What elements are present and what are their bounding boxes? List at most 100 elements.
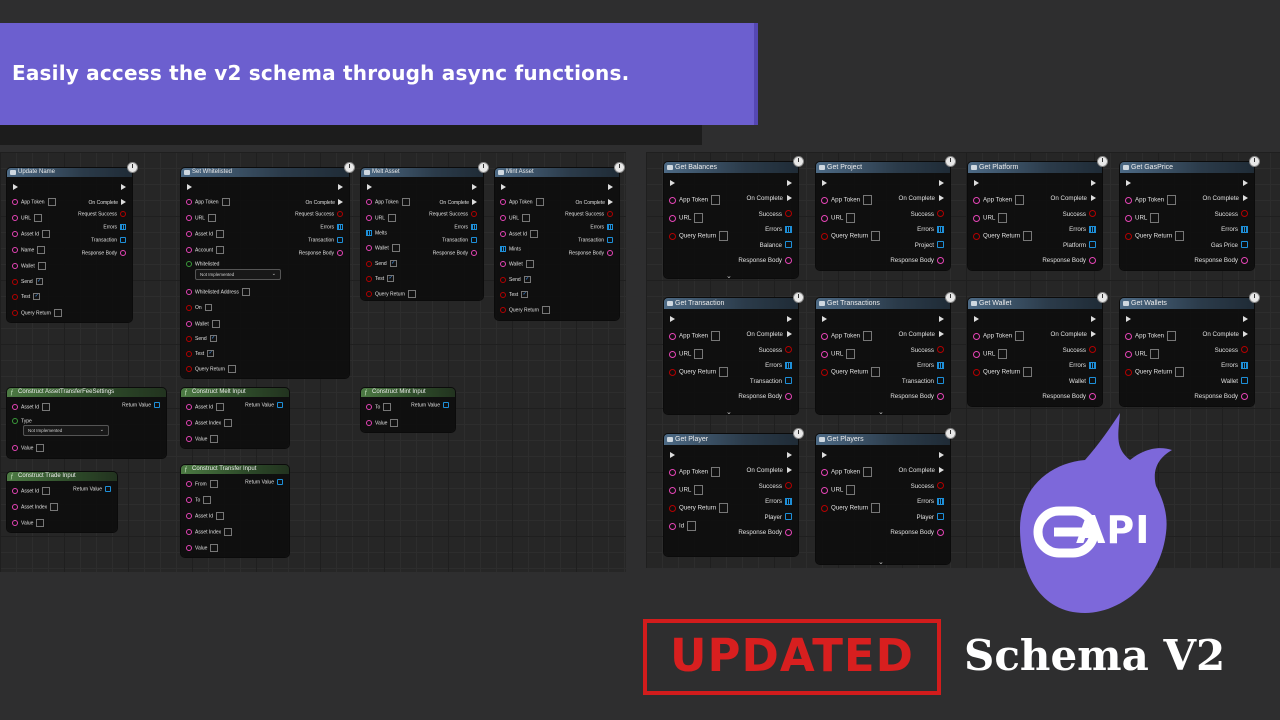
pin-asset-index[interactable]: Asset Index [12,503,59,511]
node-get-transaction[interactable]: Get Transaction App Token URL Query Return O… [664,292,804,416]
out-transaction[interactable]: Transaction [442,237,477,244]
out-return-value[interactable]: Return Value [122,402,160,409]
out-errors[interactable]: Errors [765,361,792,370]
pin-send[interactable]: Send ✓ [366,260,397,268]
exec-in-pin[interactable] [1126,180,1131,186]
exec-out-pin[interactable] [1243,180,1248,186]
pin-query-return[interactable]: Query Return [366,290,417,298]
pin-query-return[interactable]: Query Return [500,306,551,314]
out-success[interactable]: Success [911,346,944,355]
out-errors[interactable]: Errors [1069,225,1096,234]
exec-in-pin[interactable] [822,452,827,458]
pin-name[interactable]: Name [12,246,46,254]
pin-test[interactable]: Test ✓ [12,293,41,301]
out-platform[interactable]: Platform [1063,241,1096,250]
out-success[interactable]: Success [1215,210,1248,219]
pin-send[interactable]: Send ✓ [186,335,217,343]
out-errors[interactable]: Errors [917,225,944,234]
out-transaction[interactable]: Transaction [578,237,613,244]
pin-test[interactable]: Test ✓ [500,291,529,299]
out-response-body[interactable]: Response Body [738,528,792,537]
pin-app-token[interactable]: App Token [12,198,56,206]
out-transaction[interactable]: Transaction [308,237,343,244]
out-wallet[interactable]: Wallet [1221,377,1248,386]
pin-wallet[interactable]: Wallet [366,244,400,252]
out-response-body[interactable]: Response Body [890,528,944,537]
out-gas-price[interactable]: Gas Price [1211,241,1248,250]
exec-out-pin[interactable] [787,316,792,322]
out-success[interactable]: Success [1063,346,1096,355]
pin-on[interactable]: On [186,304,212,312]
blueprint-graph-left[interactable]: Update Name App Token URL Asset Id Name … [0,152,626,572]
type-dropdown[interactable]: Not Implemented ⌄ [23,425,109,436]
pin-app-token[interactable]: App Token [973,195,1025,205]
out-on-complete[interactable]: On Complete [899,330,944,339]
out-response-body[interactable]: Response Body [890,392,944,401]
pin-send[interactable]: Send ✓ [12,278,43,286]
pin-url[interactable]: URL [366,214,397,222]
pin-query-return[interactable]: Query Return [821,231,881,241]
out-on-complete[interactable]: On Complete [306,198,343,207]
pin-url[interactable]: URL [669,485,704,495]
out-on-complete[interactable]: On Complete [747,466,792,475]
out-on-complete[interactable]: On Complete [899,194,944,203]
pin-query-return[interactable]: Query Return [1125,367,1185,377]
out-success[interactable]: Success [759,482,792,491]
pin-query-return[interactable]: Query Return [821,503,881,513]
pin-app-token[interactable]: App Token [366,198,410,206]
exec-out-pin[interactable] [1091,180,1096,186]
exec-out-pin[interactable] [1091,316,1096,322]
exec-in-pin[interactable] [822,180,827,186]
exec-in-pin[interactable] [501,184,506,190]
node-get-wallet[interactable]: Get Wallet App Token URL Query Return On Com… [968,292,1108,406]
node-construct-melt-input[interactable]: ƒ Construct Melt Input Asset Id Asset Ind… [181,388,289,448]
out-response-body[interactable]: Response Body [299,250,343,257]
pin-from[interactable]: From [186,480,218,488]
out-response-body[interactable]: Response Body [433,250,477,257]
out-transaction[interactable]: Transaction [902,377,944,386]
out-response-body[interactable]: Response Body [890,256,944,265]
out-errors[interactable]: Errors [590,224,613,231]
node-construct-transfer-input[interactable]: ƒ Construct Transfer Input From To Asset … [181,465,289,557]
node-get-gasprice[interactable]: Get GasPrice App Token URL Query Return On C… [1120,156,1260,270]
pin-url[interactable]: URL [186,214,217,222]
pin-whitelisted-address[interactable]: Whitelisted Address [186,288,250,296]
node-get-players[interactable]: Get Players App Token URL Query Return On Co… [816,428,956,566]
pin-query-return[interactable]: Query Return [12,309,63,317]
pin-value[interactable]: Value [12,444,45,452]
pin-value[interactable]: Value [366,419,399,427]
exec-out-pin[interactable] [939,452,944,458]
pin-app-token[interactable]: App Token [669,467,721,477]
node-get-transactions[interactable]: Get Transactions App Token URL Query Return… [816,292,956,416]
pin-asset-id[interactable]: Asset Id [186,230,225,238]
out-response-body[interactable]: Response Body [738,392,792,401]
pin-asset-index[interactable]: Asset Index [186,419,233,427]
node-get-wallets[interactable]: Get Wallets App Token URL Query Return On Co… [1120,292,1260,406]
exec-out-pin[interactable] [338,184,343,190]
out-response-body[interactable]: Response Body [1042,256,1096,265]
exec-in-pin[interactable] [670,180,675,186]
out-request-success[interactable]: Request Success [295,211,343,218]
pin-app-token[interactable]: App Token [669,195,721,205]
pin-app-token[interactable]: App Token [500,198,544,206]
node-mint-asset[interactable]: Mint Asset App Token URL Asset Id Mints … [495,162,625,320]
out-balance[interactable]: Balance [760,241,792,250]
pin-query-return[interactable]: Query Return [1125,231,1185,241]
out-success[interactable]: Success [759,210,792,219]
out-response-body[interactable]: Response Body [569,250,613,257]
out-on-complete[interactable]: On Complete [89,198,126,207]
pin-app-token[interactable]: App Token [1125,331,1177,341]
out-player[interactable]: Player [916,513,944,522]
pin-query-return[interactable]: Query Return [669,503,729,513]
pin-wallet[interactable]: Wallet [12,262,46,270]
exec-in-pin[interactable] [822,316,827,322]
exec-out-pin[interactable] [939,180,944,186]
node-get-project[interactable]: Get Project App Token URL Query Return On Co… [816,156,956,270]
out-on-complete[interactable]: On Complete [1051,330,1096,339]
node-construct-mint-input[interactable]: ƒ Construct Mint Input To Value Return Va… [361,388,455,432]
out-wallet[interactable]: Wallet [1069,377,1096,386]
exec-in-pin[interactable] [187,184,192,190]
pin-app-token[interactable]: App Token [669,331,721,341]
pin-value[interactable]: Value [186,544,219,552]
pin-value[interactable]: Value [12,519,45,527]
